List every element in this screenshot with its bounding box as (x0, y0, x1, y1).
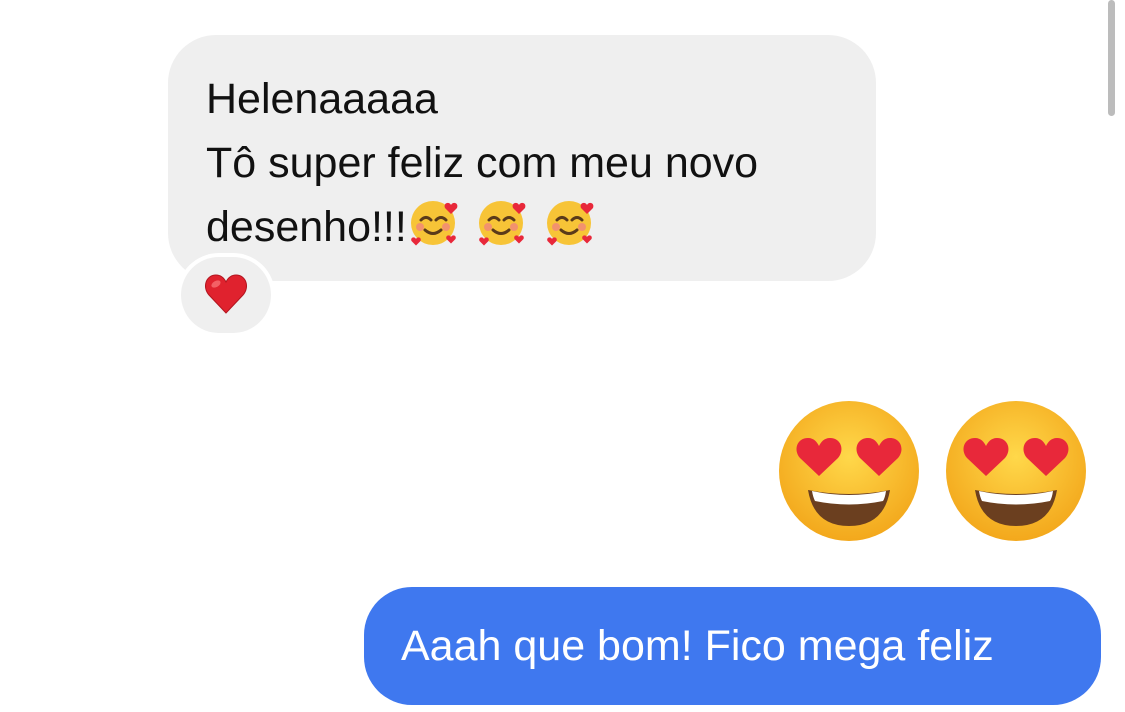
message-line: Helenaaaaa (206, 75, 438, 123)
message-text: Aaah que bom! Fico mega feliz (401, 622, 994, 670)
message-line-with-emojis: desenho!!! (206, 195, 846, 267)
heart-reaction[interactable] (181, 257, 271, 333)
red-heart-icon (205, 274, 247, 314)
message-text: desenho!!! (206, 203, 407, 251)
chat-screen: Helenaaaaa Tô super feliz com meu novo d… (0, 0, 1125, 712)
heart-eyes-emoji-icon (776, 398, 922, 544)
outgoing-message-bubble[interactable]: Aaah que bom! Fico mega feliz (364, 587, 1101, 705)
message-line: Tô super feliz com meu novo (206, 139, 759, 187)
smiling-face-with-hearts-icon (543, 195, 597, 249)
smiling-face-with-hearts-icon (407, 195, 461, 249)
emoji-group (407, 195, 611, 267)
scrollbar[interactable] (1108, 0, 1115, 116)
heart-eyes-emoji-icon (943, 398, 1089, 544)
smiling-face-with-hearts-icon (475, 195, 529, 249)
incoming-message-bubble[interactable]: Helenaaaaa Tô super feliz com meu novo d… (168, 35, 876, 281)
